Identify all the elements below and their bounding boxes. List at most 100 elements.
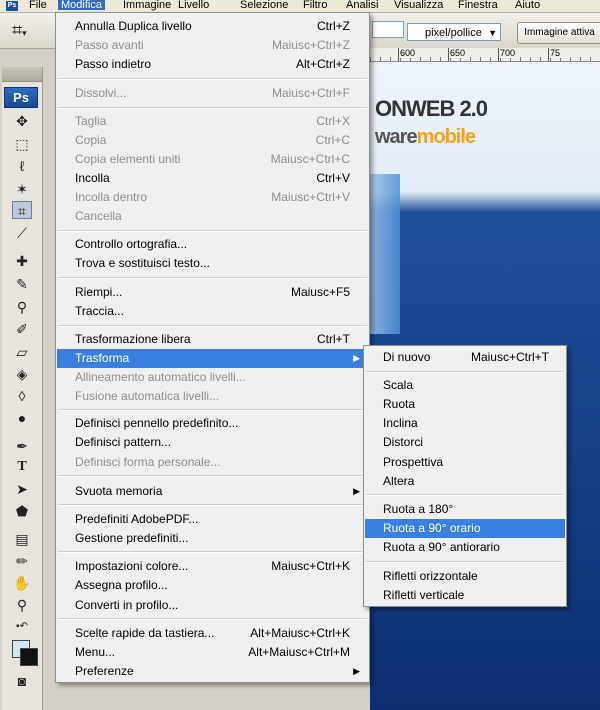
menu-item-riempi[interactable]: Riempi... Maiusc+F5 (57, 283, 368, 302)
menu-item-label: Incolla dentro (75, 190, 148, 204)
menu-item-label: Ruota a 180° (383, 502, 454, 516)
paint-bucket-tool-icon[interactable]: ◈ (12, 365, 32, 383)
menu-item-copia-elementi-uniti: Copia elementi uniti Maiusc+Ctrl+C (57, 150, 368, 169)
menu-item-controllo-ortografia[interactable]: Controllo ortografia... (57, 235, 368, 254)
menu-separator (58, 277, 367, 279)
menu-item-trasformazione-libera[interactable]: Trasformazione libera Ctrl+T (57, 330, 368, 349)
menu-item-trova-sostituisci[interactable]: Trova e sostituisci testo... (57, 254, 368, 273)
menu-item-label: Ruota a 90° orario (383, 521, 481, 535)
menu-item-label: Distorci (383, 435, 424, 449)
pen-tool-icon[interactable]: ✒ (12, 437, 32, 455)
history-brush-tool-icon[interactable]: ✐ (12, 320, 32, 338)
submenu-item-ruota-180[interactable]: Ruota a 180° (365, 500, 565, 519)
menu-item-label: Inclina (383, 416, 418, 430)
menu-item-traccia[interactable]: Traccia... (57, 302, 368, 321)
menu-item-passo-indietro[interactable]: Passo indietro Alt+Ctrl+Z (57, 55, 368, 74)
submenu-item-rifletti-verticale[interactable]: Rifletti verticale (365, 586, 565, 605)
move-tool-icon[interactable]: ✥ (12, 112, 32, 130)
menu-aiuto[interactable]: Aiuto (512, 0, 543, 11)
submenu-item-di-nuovo[interactable]: Di nuovo Maiusc+Ctrl+T (365, 348, 565, 367)
submenu-item-rifletti-orizzontale[interactable]: Rifletti orizzontale (365, 567, 565, 586)
menu-item-label: Dissolvi... (75, 86, 127, 100)
tools-panel-grip[interactable] (2, 67, 42, 82)
menu-item-trasforma[interactable]: Trasforma ▶ (57, 349, 368, 368)
menu-item-gestione-predefiniti[interactable]: Gestione predefiniti... (57, 529, 368, 548)
clone-stamp-tool-icon[interactable]: ⚲ (12, 298, 32, 316)
quick-mask-icon[interactable]: ◙ (12, 672, 32, 690)
menu-item-label: Impostazioni colore... (75, 559, 189, 573)
brush-tool-icon[interactable]: ✎ (12, 275, 32, 293)
menu-analisi[interactable]: Analisi (343, 0, 381, 11)
menu-item-label: Passo avanti (75, 38, 144, 52)
submenu-item-ruota-90-antiorario[interactable]: Ruota a 90° antiorario (365, 538, 565, 557)
submenu-item-scala[interactable]: Scala (365, 376, 565, 395)
magic-wand-tool-icon[interactable]: ✶ (12, 180, 32, 198)
path-selection-tool-icon[interactable]: ➤ (12, 480, 32, 498)
resolution-field[interactable] (372, 21, 404, 38)
slice-tool-icon[interactable]: ⟋ (12, 224, 32, 242)
background-color-swatch[interactable] (20, 648, 38, 666)
menu-modifica[interactable]: Modifica (58, 0, 105, 11)
hand-tool-icon[interactable]: ✋ (12, 574, 32, 592)
submenu-item-prospettiva[interactable]: Prospettiva (365, 453, 565, 472)
menu-item-menu[interactable]: Menu... Alt+Maiusc+Ctrl+M (57, 643, 368, 662)
menu-item-predefiniti-adobepdf[interactable]: Predefiniti AdobePDF... (57, 510, 368, 529)
menu-item-shortcut: Maiusc+F5 (290, 285, 350, 299)
ruler-tick-label: 75 (547, 48, 562, 61)
menu-item-label: Copia elementi uniti (75, 152, 181, 166)
resolution-unit-select[interactable]: pixel/pollice ▼ (407, 23, 501, 41)
menu-item-svuota-memoria[interactable]: Svuota memoria ▶ (57, 482, 368, 501)
menu-item-label: Controllo ortografia... (75, 237, 188, 251)
menu-file[interactable]: File (26, 0, 50, 11)
menu-item-label: Prospettiva (383, 455, 444, 469)
crop-tool-icon[interactable]: ⌗▾ (12, 20, 40, 42)
menu-item-label: Definisci forma personale... (75, 455, 221, 469)
submenu-item-ruota-90-orario[interactable]: Ruota a 90° orario (365, 519, 565, 538)
submenu-item-distorci[interactable]: Distorci (365, 433, 565, 452)
submenu-item-ruota[interactable]: Ruota (365, 395, 565, 414)
edit-menu: Annulla Duplica livello Ctrl+Z Passo avan… (55, 12, 370, 683)
menu-separator (58, 504, 367, 506)
menu-item-incolla[interactable]: Incolla Ctrl+V (57, 169, 368, 188)
shape-tool-icon[interactable]: ⬟ (12, 502, 32, 520)
front-image-button[interactable]: Immagine attiva (517, 22, 600, 44)
submenu-item-altera[interactable]: Altera (365, 472, 565, 491)
ps-logo: Ps (4, 87, 38, 108)
menu-item-dissolvi: Dissolvi... Maiusc+Ctrl+F (57, 84, 368, 103)
menu-filtro[interactable]: Filtro (300, 0, 330, 11)
menu-item-label: Annulla Duplica livello (75, 19, 192, 33)
menu-item-preferenze[interactable]: Preferenze ▶ (57, 662, 368, 681)
type-tool-icon[interactable]: T (12, 458, 32, 476)
healing-brush-tool-icon[interactable]: ✚ (12, 252, 32, 270)
marquee-tool-icon[interactable]: ⬚ (12, 135, 32, 153)
eyedropper-tool-icon[interactable]: ✏ (12, 552, 32, 570)
eraser-tool-icon[interactable]: ▱ (12, 343, 32, 361)
ruler-tick-label: 650 (447, 48, 467, 61)
blur-tool-icon[interactable]: ◊ (12, 387, 32, 405)
menu-finestra[interactable]: Finestra (455, 0, 501, 11)
crop-tool-button-icon[interactable]: ⌗ (12, 201, 32, 219)
menu-livello[interactable]: Livello (175, 0, 212, 11)
menu-item-converti-profilo[interactable]: Converti in profilo... (57, 596, 368, 615)
zoom-tool-icon[interactable]: ⚲ (12, 596, 32, 614)
menu-item-scelte-rapide[interactable]: Scelte rapide da tastiera... Alt+Maiusc+C… (57, 624, 368, 643)
menu-separator (58, 618, 367, 620)
notes-tool-icon[interactable]: ▤ (12, 530, 32, 548)
menu-separator (58, 78, 367, 80)
menu-visualizza[interactable]: Visualizza (391, 0, 446, 11)
menu-item-definisci-pennello[interactable]: Definisci pennello predefinito... (57, 414, 368, 433)
menu-item-definisci-pattern[interactable]: Definisci pattern... (57, 433, 368, 452)
menu-item-shortcut: Maiusc+Ctrl+C (270, 152, 350, 166)
lasso-tool-icon[interactable]: ℓ (12, 157, 32, 175)
menu-item-passo-avanti: Passo avanti Maiusc+Ctrl+Z (57, 36, 368, 55)
submenu-item-inclina[interactable]: Inclina (365, 414, 565, 433)
dodge-tool-icon[interactable]: ● (12, 409, 32, 427)
menu-immagine[interactable]: Immagine (120, 0, 174, 11)
canvas-graphic-cube (370, 174, 400, 334)
menu-item-annulla[interactable]: Annulla Duplica livello Ctrl+Z (57, 17, 368, 36)
menu-item-assegna-profilo[interactable]: Assegna profilo... (57, 576, 368, 595)
default-colors-icon[interactable]: ▪↶ (12, 618, 32, 636)
menu-selezione[interactable]: Selezione (237, 0, 291, 11)
menu-item-label: Definisci pattern... (75, 435, 172, 449)
menu-item-impostazioni-colore[interactable]: Impostazioni colore... Maiusc+Ctrl+K (57, 557, 368, 576)
